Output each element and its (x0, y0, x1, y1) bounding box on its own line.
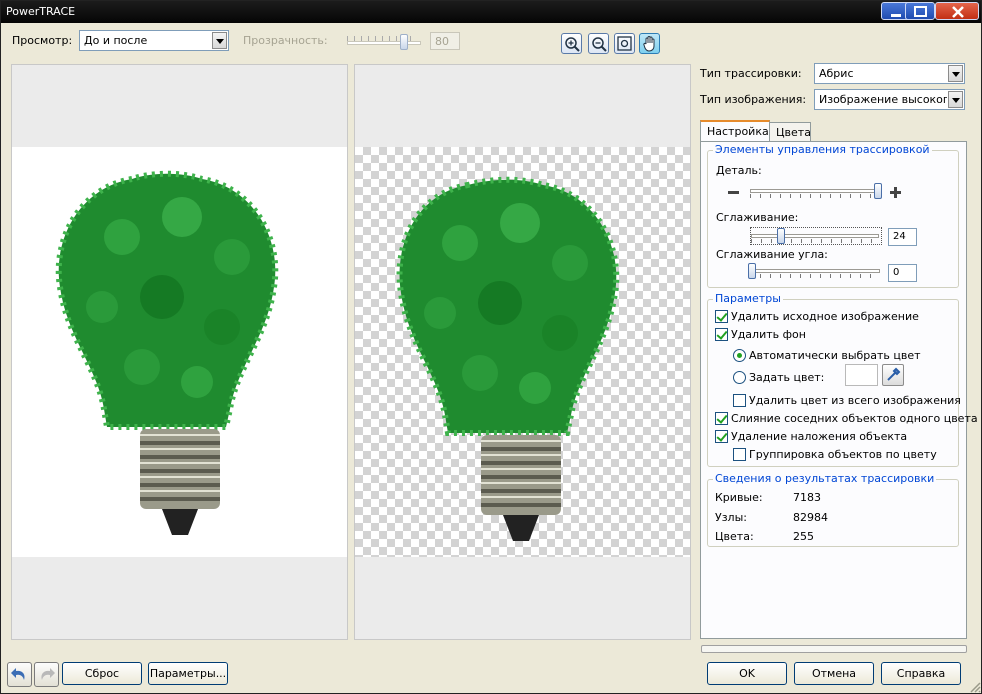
smoothing-slider-thumb[interactable] (777, 228, 785, 244)
resize-grip-icon[interactable] (969, 681, 981, 693)
trace-type-label: Тип трассировки: (700, 67, 802, 80)
colors-value: 255 (793, 530, 814, 543)
curves-value: 7183 (793, 491, 821, 504)
group-by-color-checkbox[interactable] (733, 448, 746, 461)
chevron-down-icon[interactable] (948, 91, 963, 108)
chevron-down-icon[interactable] (948, 65, 963, 82)
trace-results-title: Сведения о результатах трассировки (713, 472, 937, 485)
original-image-area (12, 147, 347, 557)
undo-button[interactable] (7, 662, 32, 687)
after-preview-pane[interactable] (354, 64, 691, 640)
chevron-down-icon[interactable] (212, 32, 227, 49)
help-button[interactable]: Справка (881, 662, 961, 685)
merge-adjacent-label[interactable]: Слияние соседних объектов одного цвета (731, 412, 978, 425)
trace-controls-title: Элементы управления трассировкой (713, 143, 932, 156)
remove-overlap-checkbox[interactable] (715, 430, 728, 443)
traced-image-area (355, 147, 690, 557)
colors-label: Цвета: (715, 530, 754, 543)
maximize-icon (914, 6, 927, 17)
detail-slider[interactable] (750, 183, 882, 201)
ok-button[interactable]: OK (707, 662, 787, 685)
remove-background-checkbox[interactable] (715, 328, 728, 341)
pan-button[interactable] (639, 33, 660, 54)
cancel-button[interactable]: Отмена (794, 662, 874, 685)
image-type-select[interactable]: Изображение высокого к (814, 89, 965, 110)
before-preview-pane[interactable] (11, 64, 348, 640)
trace-type-value: Абрис (819, 67, 854, 80)
transparency-slider[interactable] (347, 33, 423, 51)
corner-smoothing-slider[interactable] (748, 263, 882, 281)
options-button[interactable]: Параметры... (148, 662, 228, 685)
window-title: PowerTRACE (6, 5, 76, 18)
tab-colors[interactable]: Цвета (769, 122, 811, 141)
transparency-label: Прозрачность: (243, 34, 328, 47)
curves-label: Кривые: (715, 491, 763, 504)
parameters-group: Параметры Удалить исходное изображение У… (707, 292, 978, 467)
plus-icon[interactable] (890, 187, 902, 199)
color-swatch[interactable] (845, 364, 878, 386)
image-type-label: Тип изображения: (700, 93, 807, 106)
maximize-button[interactable] (905, 2, 935, 20)
corner-smoothing-slider-thumb[interactable] (748, 263, 756, 279)
traced-bulb-image (396, 176, 620, 541)
smoothing-value-input[interactable]: 24 (888, 228, 917, 246)
powertrace-window: PowerTRACE Просмотр: До и после Прозрачн… (0, 0, 982, 694)
tab-settings[interactable]: Настройка (700, 120, 770, 142)
trace-controls-group: Элементы управления трассировкой Деталь:… (707, 143, 959, 288)
eyedropper-button[interactable] (882, 364, 904, 386)
preview-select[interactable]: До и после (79, 30, 229, 51)
fit-icon (617, 36, 632, 51)
preview-label: Просмотр: (12, 34, 73, 47)
zoom-in-button[interactable] (561, 33, 582, 54)
trace-type-select[interactable]: Абрис (814, 63, 965, 84)
remove-color-all-checkbox[interactable] (733, 394, 746, 407)
remove-color-all-label[interactable]: Удалить цвет из всего изображения (749, 394, 961, 407)
redo-button[interactable] (34, 662, 59, 687)
zoom-out-icon (592, 37, 607, 52)
parameters-title: Параметры (713, 292, 783, 305)
title-bar: PowerTRACE (1, 1, 981, 23)
close-icon (952, 6, 964, 18)
settings-panel: Элементы управления трассировкой Деталь:… (700, 141, 978, 639)
detail-label: Деталь: (716, 164, 762, 177)
transparency-slider-thumb[interactable] (400, 34, 408, 50)
original-bulb-image (55, 170, 279, 535)
tab-settings-label: Настройка (707, 125, 769, 138)
minus-icon[interactable] (728, 187, 740, 199)
preview-value: До и после (84, 34, 148, 47)
set-color-label[interactable]: Задать цвет: (749, 371, 824, 384)
image-type-value: Изображение высокого к (819, 93, 947, 106)
undo-icon (11, 668, 25, 680)
detail-slider-thumb[interactable] (874, 183, 882, 199)
set-color-radio[interactable] (733, 371, 746, 384)
delete-original-checkbox[interactable] (715, 310, 728, 323)
close-button[interactable] (935, 2, 979, 20)
auto-color-radio[interactable] (733, 349, 746, 362)
corner-smoothing-label: Сглаживание угла: (716, 248, 828, 261)
eyedropper-icon (887, 367, 901, 381)
transparency-value[interactable]: 80 (430, 32, 460, 50)
delete-original-label[interactable]: Удалить исходное изображение (731, 310, 919, 323)
nodes-value: 82984 (793, 511, 828, 524)
zoom-in-icon (565, 37, 580, 52)
redo-icon (41, 668, 55, 680)
auto-color-label[interactable]: Автоматически выбрать цвет (749, 349, 921, 362)
smoothing-slider[interactable] (750, 227, 882, 245)
remove-overlap-label[interactable]: Удаление наложения объекта (731, 430, 907, 443)
zoom-out-button[interactable] (588, 33, 609, 54)
merge-adjacent-checkbox[interactable] (715, 412, 728, 425)
pan-hand-icon (643, 36, 655, 52)
trace-results-group: Сведения о результатах трассировки Кривы… (707, 472, 959, 547)
tab-colors-label: Цвета (776, 126, 811, 139)
nodes-label: Узлы: (715, 511, 747, 524)
smoothing-label: Сглаживание: (716, 211, 799, 224)
remove-background-label[interactable]: Удалить фон (731, 328, 806, 341)
fit-view-button[interactable] (614, 33, 635, 54)
progress-bar (701, 645, 967, 653)
reset-button[interactable]: Сброс (62, 662, 142, 685)
group-by-color-label[interactable]: Группировка объектов по цвету (749, 448, 937, 461)
corner-smoothing-value-input[interactable]: 0 (888, 264, 917, 282)
